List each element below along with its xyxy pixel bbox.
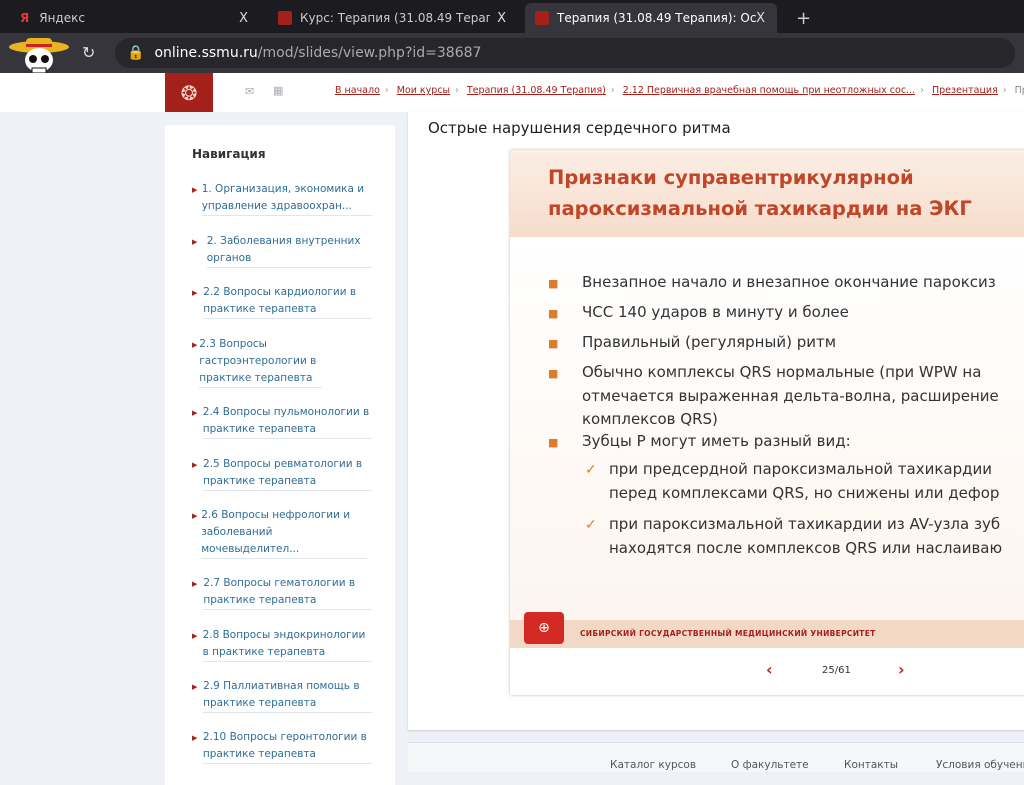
slide-body: ■ Внезапное начало и внезапное окончание … bbox=[510, 237, 1024, 622]
sidebar-item[interactable]: ▶ 2.7 Вопросы гематологии в практике тера… bbox=[192, 575, 372, 610]
sidebar-title: Навигация bbox=[192, 147, 266, 161]
sidebar-item[interactable]: ▶ 2.3 Вопросы гастроэнтерологии в практик… bbox=[192, 336, 322, 388]
arrow-icon: ▶ bbox=[192, 580, 198, 588]
yandex-icon: Я bbox=[20, 11, 30, 25]
slide-counter: 25/61 bbox=[822, 665, 851, 676]
footer-link-terms[interactable]: Условия обучения bbox=[936, 759, 1024, 771]
footer-link-about[interactable]: О факультете bbox=[731, 759, 809, 771]
footer-link-contacts[interactable]: Контакты bbox=[844, 759, 898, 771]
university-name: СИБИРСКИЙ ГОСУДАРСТВЕННЫЙ МЕДИЦИНСКИЙ УН… bbox=[580, 629, 876, 638]
address-bar: ↻ 🔒 online.ssmu.ru/mod/slides/view.php?id… bbox=[0, 33, 1024, 73]
site-header: ❂ ✉ ▦ В начало › Мои курсы › Терапия (31.0… bbox=[0, 73, 1024, 112]
sidebar-item-label: 2.6 Вопросы нефрологии и заболеваний моч… bbox=[201, 507, 367, 559]
medical-kit-icon: ⊕ bbox=[524, 612, 564, 644]
lock-icon: 🔒 bbox=[127, 45, 145, 61]
bullet: ■ Обычно комплексы QRS нормальные (при WP… bbox=[548, 363, 999, 428]
sidebar-item[interactable]: ▶ 2.10 Вопросы геронтологии в практике те… bbox=[192, 729, 372, 764]
bullet: ■ Внезапное начало и внезапное окончание … bbox=[548, 273, 996, 291]
check-bullet: ✓ при пароксизмальной тахикардии из AV-уз… bbox=[585, 515, 1003, 557]
bullet: ■ Правильный (регулярный) ритм bbox=[548, 333, 837, 351]
mail-icon[interactable]: ✉ bbox=[245, 85, 254, 98]
arrow-icon: ▶ bbox=[192, 238, 198, 246]
breadcrumb-section[interactable]: 2.12 Первичная врачебная помощь при неот… bbox=[623, 85, 915, 96]
arrow-icon: ▶ bbox=[192, 512, 198, 520]
favicon-icon bbox=[278, 11, 292, 25]
arrow-icon: ▶ bbox=[192, 341, 198, 349]
check-bullet: ✓ при предсердной пароксизмальной тахикар… bbox=[585, 460, 1000, 502]
breadcrumb-home[interactable]: В начало bbox=[335, 85, 380, 96]
slide-title-line: пароксизмальной тахикардии на ЭКГ bbox=[548, 197, 972, 220]
arrow-icon: ▶ bbox=[192, 683, 198, 691]
prev-slide-button[interactable]: ‹ bbox=[766, 660, 773, 679]
footer-link-catalog[interactable]: Каталог курсов bbox=[610, 759, 696, 771]
new-tab-button[interactable]: + bbox=[786, 3, 811, 33]
arrow-icon: ▶ bbox=[192, 734, 198, 742]
sidebar-item-label: 2.8 Вопросы эндокринологии в практике те… bbox=[202, 627, 372, 662]
tab-bar: Я Яндекс X Курс: Терапия (31.08.49 Терапия… bbox=[0, 0, 1024, 33]
sidebar-item-label: 2.7 Вопросы гематологии в практике терап… bbox=[203, 575, 372, 610]
arrow-icon: ▶ bbox=[192, 461, 198, 469]
sidebar-item[interactable]: ▶ 2.2 Вопросы кардиологии в практике тера… bbox=[192, 284, 372, 319]
url-path: /mod/slides/view.php?id=38687 bbox=[257, 45, 482, 61]
sidebar-item[interactable]: ▶ 1. Организация, экономика и управление … bbox=[192, 181, 372, 216]
sidebar-item-label: 2.5 Вопросы ревматологии в практике тера… bbox=[203, 456, 372, 491]
url-input[interactable]: 🔒 online.ssmu.ru/mod/slides/view.php?id=3… bbox=[115, 38, 1015, 68]
tab-active[interactable]: Терапия (31.08.49 Терапия): Ос X bbox=[525, 3, 777, 33]
skull-avatar-icon bbox=[9, 38, 69, 74]
sidebar-item[interactable]: ▶ 2.6 Вопросы нефрологии и заболеваний мо… bbox=[192, 507, 367, 559]
sidebar-item-label: 2.4 Вопросы пульмонологии в практике тер… bbox=[202, 404, 372, 439]
sidebar-item-label: 1. Организация, экономика и управление з… bbox=[201, 181, 372, 216]
page-title: Острые нарушения сердечного ритма bbox=[428, 119, 731, 137]
sidebar-item-label: 2.9 Паллиативная помощь в практике терап… bbox=[203, 678, 372, 713]
slide-header: Признаки суправентрикулярной пароксизмаль… bbox=[510, 150, 1024, 237]
site-footer: Каталог курсов О факультете Контакты Усл… bbox=[408, 742, 1024, 772]
calendar-icon[interactable]: ▦ bbox=[273, 84, 283, 97]
tab-label: Терапия (31.08.49 Терапия): Ос bbox=[557, 11, 757, 25]
sidebar-item-label: 2.2 Вопросы кардиологии в практике терап… bbox=[203, 284, 372, 319]
breadcrumb-presentation[interactable]: Презентация bbox=[932, 85, 998, 96]
arrow-icon: ▶ bbox=[192, 289, 198, 297]
slide-pager: ‹ 25/61 › bbox=[510, 650, 1024, 695]
breadcrumb-current: Презе bbox=[1014, 85, 1024, 96]
sidebar-item[interactable]: ▶ 2. Заболевания внутренних органов bbox=[192, 233, 372, 268]
url-host: online.ssmu.ru bbox=[154, 45, 258, 61]
close-icon[interactable]: X bbox=[239, 11, 248, 26]
slide-title-line: Признаки суправентрикулярной bbox=[548, 166, 914, 189]
sidebar-item-label: 2.10 Вопросы геронтологии в практике тер… bbox=[202, 729, 372, 764]
navigation-sidebar: Навигация ▶ 1. Организация, экономика и у… bbox=[165, 125, 395, 785]
sidebar-item[interactable]: ▶ 2.4 Вопросы пульмонологии в практике те… bbox=[192, 404, 372, 439]
arrow-icon: ▶ bbox=[192, 632, 198, 640]
sidebar-item-label: 2.3 Вопросы гастроэнтерологии в практике… bbox=[199, 336, 322, 388]
bullet: ■ Зубцы Р могут иметь разный вид: bbox=[548, 432, 851, 450]
sidebar-item[interactable]: ▶ 2.9 Паллиативная помощь в практике тера… bbox=[192, 678, 372, 713]
arrow-icon: ▶ bbox=[192, 409, 198, 417]
tab-label: Яндекс bbox=[39, 11, 85, 25]
slide-footer: ⊕ СИБИРСКИЙ ГОСУДАРСТВЕННЫЙ МЕДИЦИНСКИЙ У… bbox=[510, 612, 1024, 648]
breadcrumb-my-courses[interactable]: Мои курсы bbox=[397, 85, 450, 96]
sidebar-item[interactable]: ▶ 2.8 Вопросы эндокринологии в практике т… bbox=[192, 627, 372, 662]
slide: Признаки суправентрикулярной пароксизмаль… bbox=[510, 150, 1024, 695]
breadcrumb-course[interactable]: Терапия (31.08.49 Терапия) bbox=[467, 85, 606, 96]
university-logo[interactable]: ❂ bbox=[165, 73, 213, 112]
close-icon[interactable]: X bbox=[497, 11, 506, 26]
next-slide-button[interactable]: › bbox=[898, 660, 905, 679]
close-icon[interactable]: X bbox=[756, 11, 765, 26]
tab-yandex[interactable]: Я Яндекс X bbox=[10, 3, 260, 33]
arrow-icon: ▶ bbox=[192, 186, 198, 194]
bullet: ■ ЧСС 140 ударов в минуту и более bbox=[548, 303, 849, 321]
breadcrumb: В начало › Мои курсы › Терапия (31.08.49 Т… bbox=[335, 85, 1024, 96]
reload-icon[interactable]: ↻ bbox=[82, 43, 95, 62]
tab-label: Курс: Терапия (31.08.49 Терапия) bbox=[300, 11, 490, 25]
favicon-icon bbox=[535, 11, 549, 25]
sidebar-item-label: 2. Заболевания внутренних органов bbox=[206, 233, 372, 268]
sidebar-item[interactable]: ▶ 2.5 Вопросы ревматологии в практике тер… bbox=[192, 456, 372, 491]
content-panel: Острые нарушения сердечного ритма Призна… bbox=[408, 112, 1024, 730]
tab-course[interactable]: Курс: Терапия (31.08.49 Терапия) X bbox=[268, 3, 518, 33]
